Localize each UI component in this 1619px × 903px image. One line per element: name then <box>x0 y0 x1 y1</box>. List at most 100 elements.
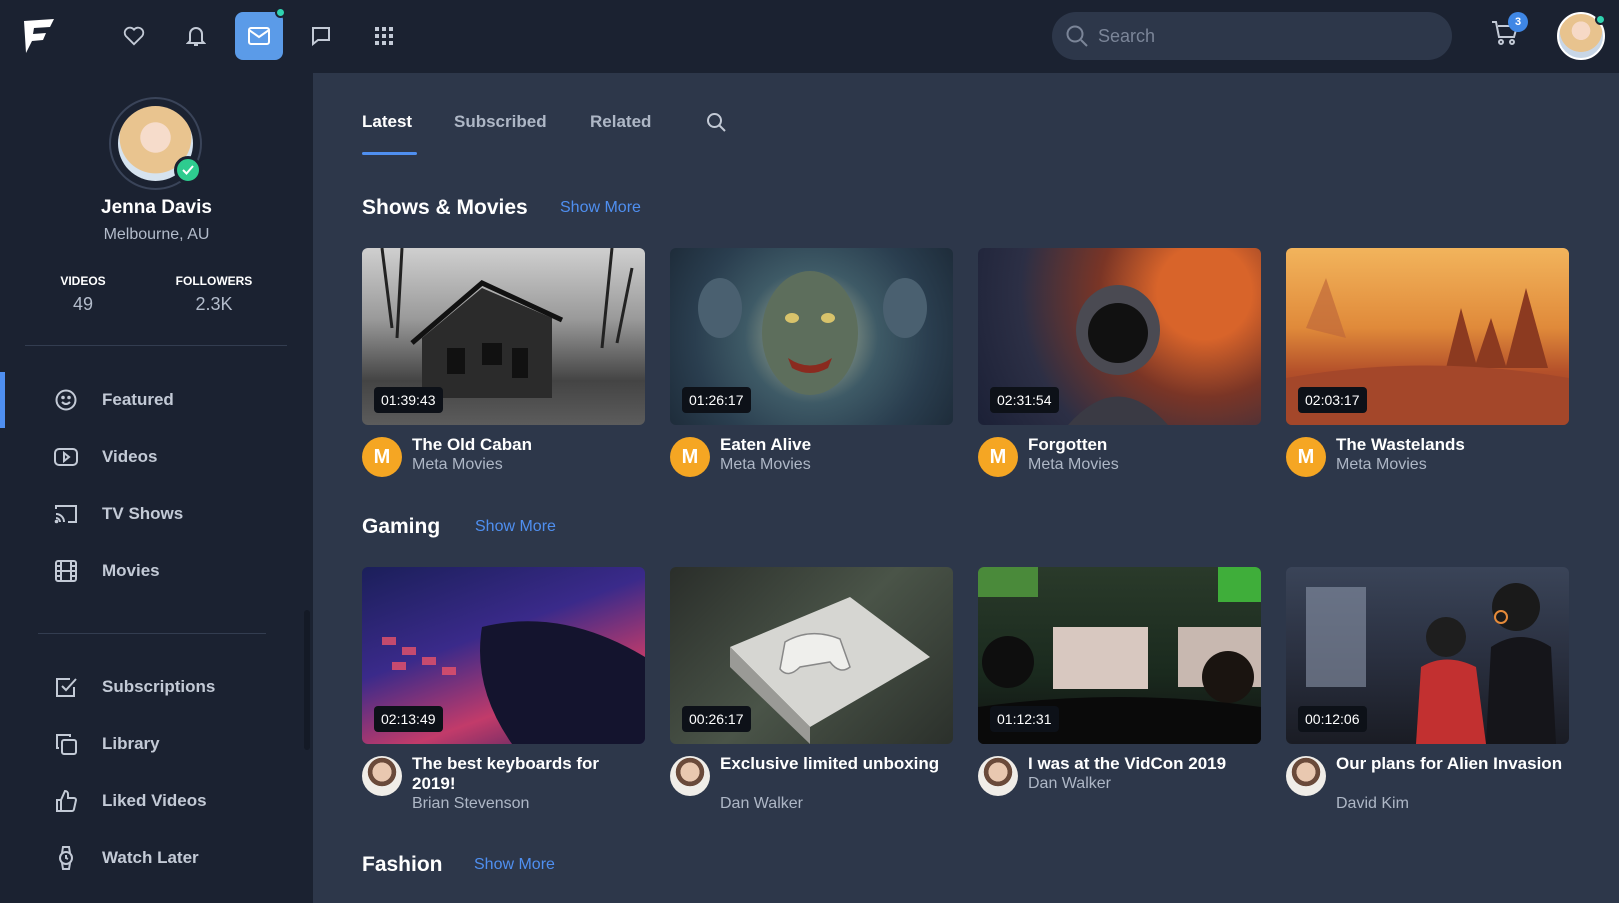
sidebar-item-featured[interactable]: Featured <box>0 372 313 428</box>
verified-check-icon <box>174 156 202 184</box>
tab-latest[interactable]: Latest <box>362 112 412 132</box>
channel-name[interactable]: David Kim <box>1336 795 1409 813</box>
cast-icon <box>54 502 78 526</box>
film-icon <box>54 559 78 583</box>
video-duration: 01:39:43 <box>374 387 443 413</box>
active-tab-indicator <box>362 152 417 155</box>
video-thumbnail[interactable]: 01:12:31 <box>978 567 1261 744</box>
sidebar-item-watch-later[interactable]: Watch Later <box>0 830 313 886</box>
video-card[interactable]: 00:12:06 Our plans for Alien Invasion Da… <box>1286 567 1569 814</box>
video-thumbnail[interactable]: 01:39:43 <box>362 248 645 425</box>
stat-label: VIDEOS <box>60 274 106 288</box>
mail-icon[interactable] <box>235 7 286 60</box>
search-bar[interactable] <box>1052 12 1452 60</box>
video-card[interactable]: 01:12:31 I was at the VidCon 2019 Dan Wa… <box>978 567 1261 814</box>
sidebar-item-subscriptions[interactable]: Subscriptions <box>0 659 313 715</box>
video-duration: 02:03:17 <box>1298 387 1367 413</box>
stat-label: FOLLOWERS <box>175 274 253 288</box>
video-title[interactable]: The Old Caban <box>412 435 642 455</box>
sidebar-item-label: Movies <box>102 561 160 580</box>
sidebar: Jenna Davis Melbourne, AU VIDEOS 49 FOLL… <box>0 73 313 903</box>
video-title[interactable]: I was at the VidCon 2019 <box>1028 754 1258 774</box>
channel-avatar[interactable]: M <box>362 437 402 477</box>
channel-avatar[interactable] <box>362 756 402 796</box>
video-thumbnail[interactable]: 00:26:17 <box>670 567 953 744</box>
section-title: Shows & Movies <box>362 196 528 219</box>
sidebar-item-label: Library <box>102 734 160 753</box>
video-title[interactable]: The Wastelands <box>1336 435 1566 455</box>
top-bar: 3 <box>0 0 1619 73</box>
channel-avatar[interactable]: M <box>978 437 1018 477</box>
app-logo-icon[interactable] <box>22 17 56 55</box>
channel-name[interactable]: Meta Movies <box>1336 456 1427 474</box>
chat-icon[interactable] <box>301 18 341 54</box>
video-card[interactable]: 02:13:49 The best keyboards for 2019! Br… <box>362 567 645 814</box>
section-title: Gaming <box>362 515 441 538</box>
user-avatar[interactable] <box>1557 12 1606 60</box>
stat-value: 49 <box>72 294 94 314</box>
tab-subscribed[interactable]: Subscribed <box>454 112 547 132</box>
stat-value: 2.3K <box>195 294 233 314</box>
heart-icon[interactable] <box>114 18 154 54</box>
sidebar-item-movies[interactable]: Movies <box>0 543 313 599</box>
channel-name[interactable]: Brian Stevenson <box>412 795 529 813</box>
sidebar-item-label: Watch Later <box>102 848 199 867</box>
profile-location: Melbourne, AU <box>103 226 210 243</box>
video-title[interactable]: Our plans for Alien Invasion <box>1336 754 1566 774</box>
divider <box>25 345 287 346</box>
channel-name[interactable]: Meta Movies <box>412 456 503 474</box>
mail-notification-dot <box>275 7 286 18</box>
section-title: Fashion <box>362 853 443 876</box>
sidebar-item-label: Featured <box>102 390 174 409</box>
sidebar-item-library[interactable]: Library <box>0 716 313 772</box>
video-title[interactable]: Eaten Alive <box>720 435 950 455</box>
show-more-link[interactable]: Show More <box>475 518 556 536</box>
sidebar-item-tv-shows[interactable]: TV Shows <box>0 486 313 542</box>
profile-name: Jenna Davis <box>101 197 212 218</box>
bell-icon[interactable] <box>176 18 216 54</box>
channel-name[interactable]: Dan Walker <box>1028 775 1111 793</box>
video-thumbnail[interactable]: 01:26:17 <box>670 248 953 425</box>
search-icon <box>1066 25 1088 47</box>
video-duration: 02:31:54 <box>990 387 1059 413</box>
channel-name[interactable]: Meta Movies <box>1028 456 1119 474</box>
stat-videos: VIDEOS 49 <box>23 274 143 315</box>
sidebar-item-label: Liked Videos <box>102 791 207 810</box>
search-input[interactable] <box>1098 25 1418 47</box>
play-icon <box>54 445 78 469</box>
video-thumbnail[interactable]: 00:12:06 <box>1286 567 1569 744</box>
divider <box>38 633 266 634</box>
video-card[interactable]: 02:31:54 M Forgotten Meta Movies <box>978 248 1261 495</box>
channel-avatar[interactable] <box>1286 756 1326 796</box>
channel-avatar[interactable]: M <box>670 437 710 477</box>
search-icon[interactable] <box>706 112 728 134</box>
video-duration: 01:12:31 <box>990 706 1059 732</box>
sidebar-item-liked-videos[interactable]: Liked Videos <box>0 773 313 829</box>
show-more-link[interactable]: Show More <box>560 199 641 217</box>
video-title[interactable]: Forgotten <box>1028 435 1258 455</box>
video-title[interactable]: Exclusive limited unboxing <box>720 754 950 774</box>
tab-related[interactable]: Related <box>590 112 651 132</box>
sidebar-scrollbar[interactable] <box>304 610 310 750</box>
sidebar-item-label: Videos <box>102 447 158 466</box>
video-card[interactable]: 00:26:17 Exclusive limited unboxing Dan … <box>670 567 953 814</box>
sidebar-item-label: TV Shows <box>102 504 184 523</box>
sidebar-item-videos[interactable]: Videos <box>0 429 313 485</box>
video-card[interactable]: 02:03:17 M The Wastelands Meta Movies <box>1286 248 1569 495</box>
show-more-link[interactable]: Show More <box>474 856 555 874</box>
stat-followers: FOLLOWERS 2.3K <box>154 274 274 315</box>
video-thumbnail[interactable]: 02:03:17 <box>1286 248 1569 425</box>
video-thumbnail[interactable]: 02:13:49 <box>362 567 645 744</box>
channel-name[interactable]: Meta Movies <box>720 456 811 474</box>
online-status-dot <box>1595 14 1606 25</box>
channel-avatar[interactable] <box>670 756 710 796</box>
video-card[interactable]: 01:26:17 M Eaten Alive Meta Movies <box>670 248 953 495</box>
channel-avatar[interactable]: M <box>1286 437 1326 477</box>
video-thumbnail[interactable]: 02:31:54 <box>978 248 1261 425</box>
video-title[interactable]: The best keyboards for 2019! <box>412 754 642 794</box>
channel-avatar[interactable] <box>978 756 1018 796</box>
apps-grid-icon[interactable] <box>364 18 404 54</box>
video-card[interactable]: 01:39:43 M The Old Caban Meta Movies <box>362 248 645 495</box>
channel-name[interactable]: Dan Walker <box>720 795 803 813</box>
video-duration: 02:13:49 <box>374 706 443 732</box>
